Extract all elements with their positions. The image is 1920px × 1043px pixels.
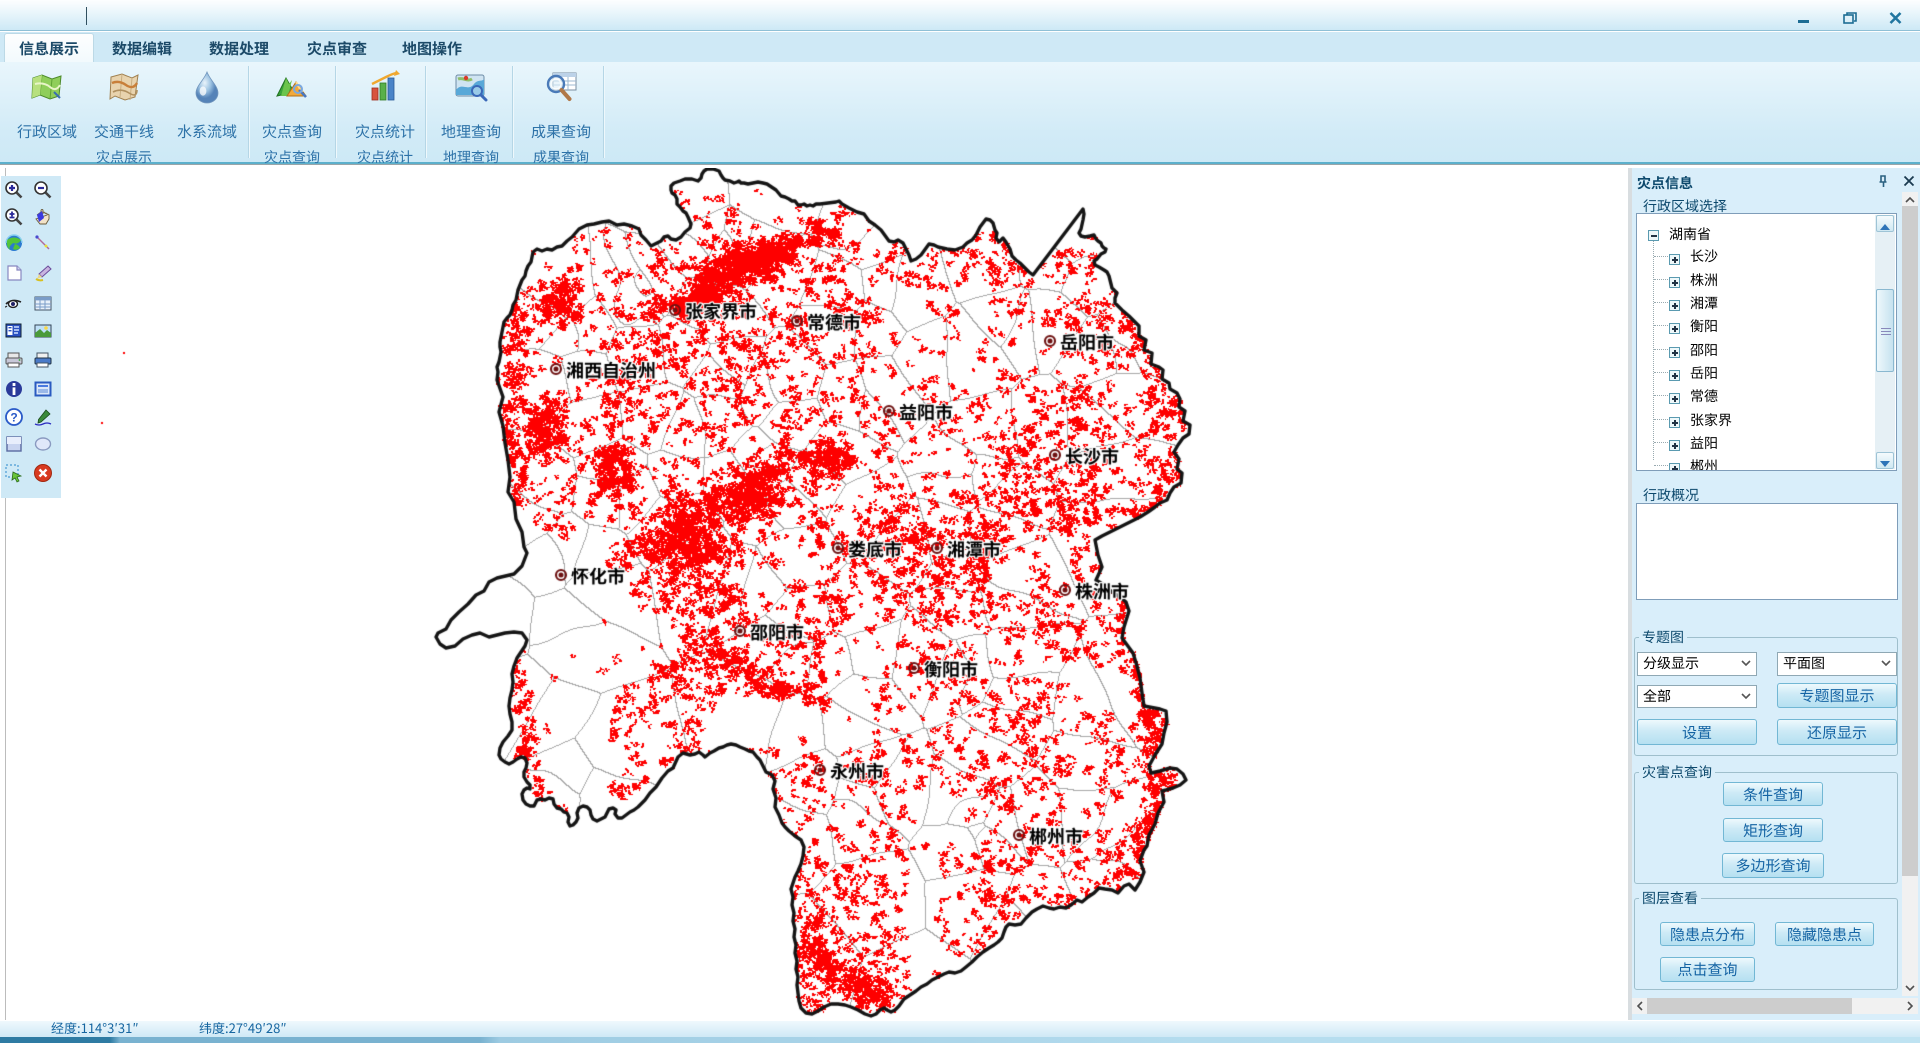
svg-text:?: ? [10,411,17,425]
